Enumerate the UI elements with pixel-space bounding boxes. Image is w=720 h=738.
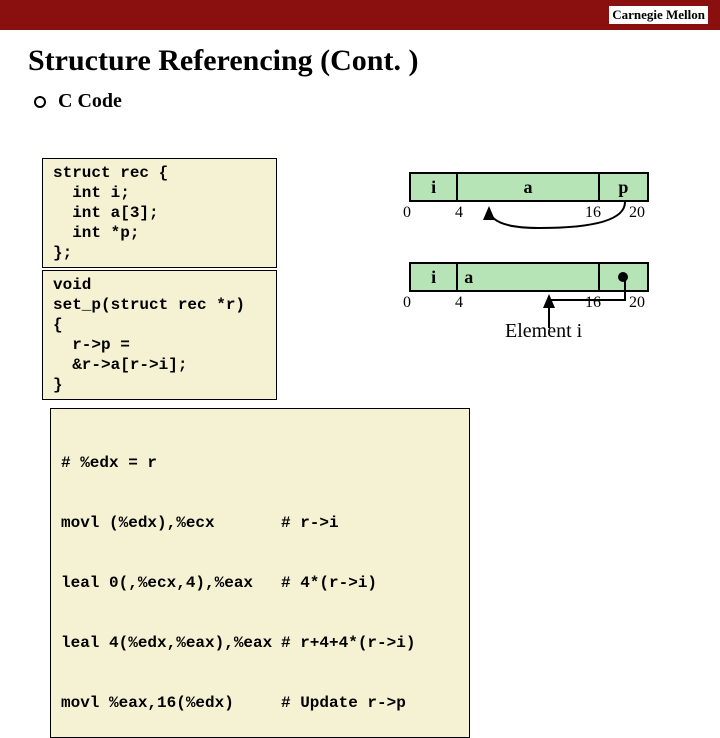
asm-comment-header: # %edx = r (61, 453, 459, 473)
element-i-label: Element i (505, 320, 582, 343)
field-a: a (458, 174, 600, 200)
bullet-icon (34, 96, 46, 108)
top-banner: Carnegie Mellon (0, 0, 720, 30)
offset-16: 16 (585, 204, 601, 222)
struct-row-1: i a p 0 4 16 20 (385, 168, 695, 248)
struct-rect: i a p (409, 172, 649, 202)
asm-line: leal 0(,%ecx,4),%eax# 4*(r->i) (61, 573, 459, 593)
struct-layout-diagram: i a p 0 4 16 20 i a 0 4 16 20 Element i (385, 168, 695, 348)
slide-title: Structure Referencing (Cont. ) (28, 44, 720, 78)
struct-rect: i a (409, 262, 649, 292)
offset-4: 4 (455, 204, 463, 222)
pointer-dot-icon (616, 270, 630, 284)
offset-20: 20 (629, 294, 645, 312)
field-p-dot (600, 264, 647, 290)
field-p: p (600, 174, 647, 200)
offset-16: 16 (585, 294, 601, 312)
field-a: a (458, 264, 600, 290)
field-i: i (411, 264, 458, 290)
code-assembly: # %edx = r movl (%edx),%ecx# r->i leal 0… (50, 408, 470, 738)
offset-20: 20 (629, 204, 645, 222)
bullet-label: C Code (58, 90, 122, 113)
asm-line: movl %eax,16(%edx)# Update r->p (61, 693, 459, 713)
university-label: Carnegie Mellon (609, 6, 708, 24)
asm-line: movl (%edx),%ecx# r->i (61, 513, 459, 533)
bullet-row: C Code (34, 90, 720, 113)
code-struct-def: struct rec { int i; int a[3]; int *p; }; (42, 158, 277, 268)
asm-line: leal 4(%edx,%eax),%eax# r+4+4*(r->i) (61, 633, 459, 653)
code-func-def: void set_p(struct rec *r) { r->p = &r->a… (42, 270, 277, 400)
field-i: i (411, 174, 458, 200)
offset-4: 4 (455, 294, 463, 312)
offset-0: 0 (403, 204, 411, 222)
offset-0: 0 (403, 294, 411, 312)
